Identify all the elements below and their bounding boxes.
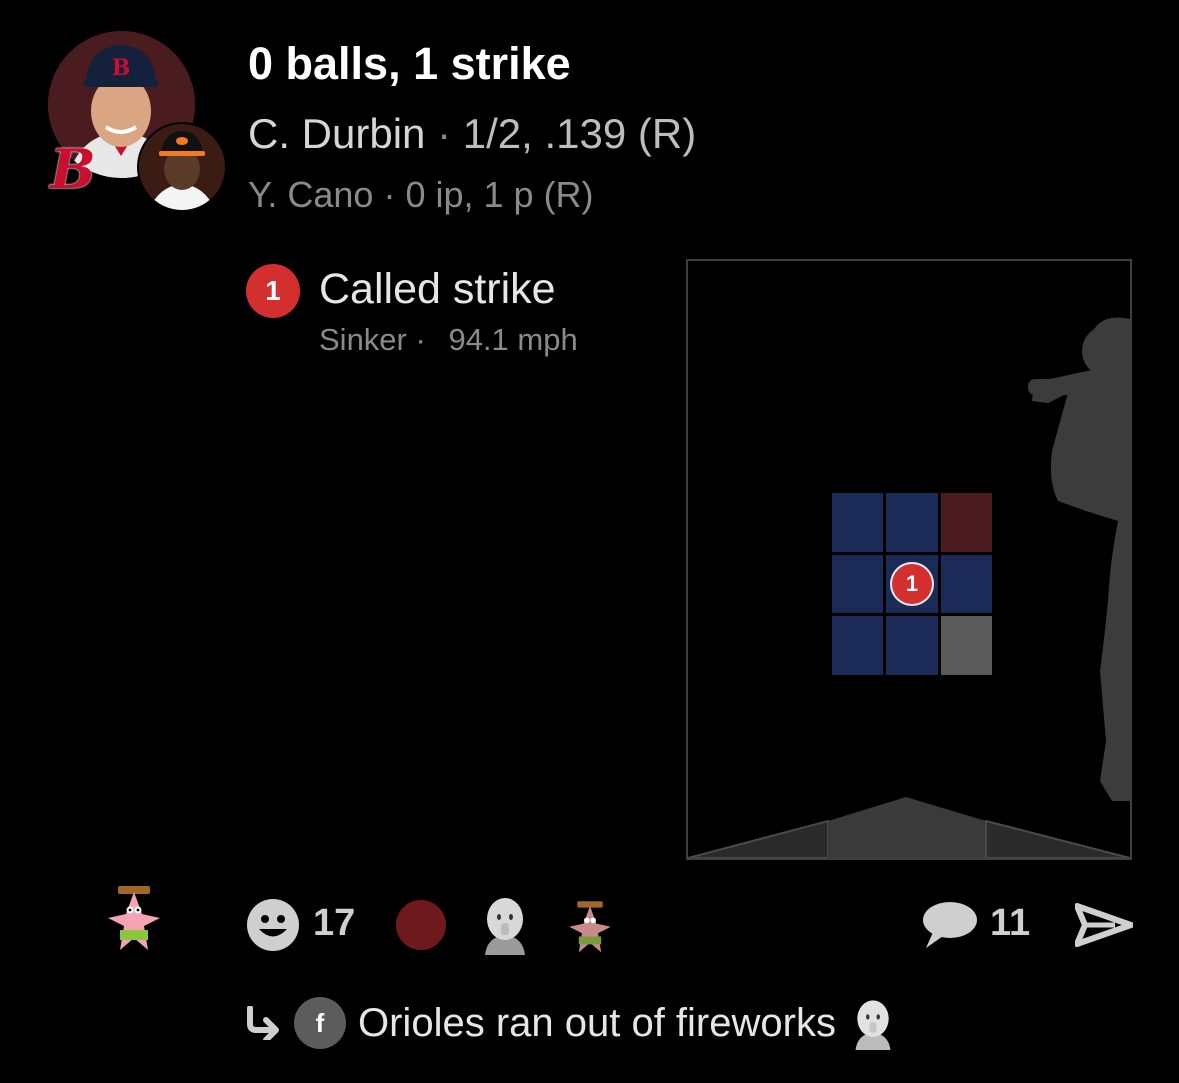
strike-zone-grid: 1 [832, 493, 992, 675]
pitch-type: Sinker [319, 322, 407, 357]
svg-text:B: B [112, 55, 131, 81]
team-logo: B [50, 137, 96, 201]
batter-name[interactable]: C. Durbin [248, 110, 425, 157]
baby-face-sticker-icon[interactable] [477, 893, 533, 960]
smiley-icon[interactable] [246, 898, 300, 957]
pitch-speed: 94.1 mph [448, 322, 578, 357]
strike-zone-panel[interactable]: 1 [686, 259, 1132, 860]
pitcher-avatar[interactable] [137, 122, 227, 212]
reply-text: Orioles ran out of fireworks [358, 1000, 836, 1045]
pitcher-photo [139, 124, 225, 210]
zone-cell [832, 554, 884, 614]
reply-avatar[interactable]: f [294, 997, 346, 1049]
zone-cell [940, 616, 992, 675]
pitcher-line: Y. Cano · 0 ip, 1 p (R) [248, 174, 594, 216]
comment-count: 11 [990, 902, 1031, 944]
red-circle-icon[interactable] [396, 900, 446, 950]
separator: · [383, 174, 396, 215]
pitch-location-marker[interactable]: 1 [891, 563, 932, 604]
pitcher-stats: 0 ip, 1 p (R) [405, 174, 594, 215]
zone-cell: 1 [886, 554, 938, 614]
count-title: 0 balls, 1 strike [248, 38, 571, 89]
zone-cell [940, 554, 992, 614]
pitch-detail: Sinker · 94.1 mph [319, 322, 578, 358]
detail-separator: · [415, 322, 426, 357]
zone-cell [886, 493, 938, 552]
reply-arrow-icon [247, 1006, 279, 1040]
reaction-count: 17 [313, 902, 356, 944]
comment-icon[interactable] [920, 900, 978, 955]
send-icon[interactable] [1074, 902, 1134, 953]
batter-stats: 1/2, .139 (R) [462, 110, 697, 157]
zone-cell [886, 616, 938, 675]
patrick-star-sticker-icon[interactable] [566, 896, 614, 961]
patrick-star-sticker-icon[interactable] [104, 880, 164, 959]
zone-cell [940, 493, 992, 552]
baby-face-sticker-icon [855, 1000, 891, 1050]
separator: · [437, 110, 452, 157]
batter-line: C. Durbin · 1/2, .139 (R) [248, 110, 696, 158]
pitch-number-badge: 1 [246, 264, 300, 318]
zone-cell [832, 493, 884, 552]
pitcher-name[interactable]: Y. Cano [248, 174, 373, 215]
zone-cell [832, 616, 884, 675]
reply-preview[interactable]: f Orioles ran out of fireworks [246, 996, 898, 1050]
pitch-result: Called strike [319, 265, 556, 313]
